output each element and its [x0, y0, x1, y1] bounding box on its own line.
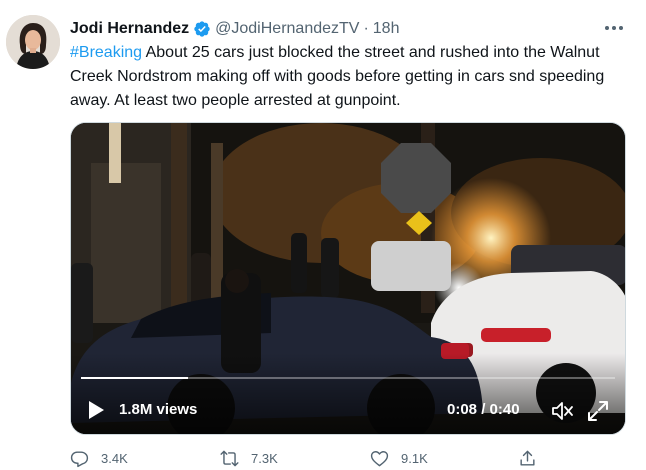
- hashtag-link[interactable]: #Breaking: [70, 44, 142, 61]
- tweet-text: #Breaking About 25 cars just blocked the…: [70, 41, 636, 113]
- separator-dot: ·: [363, 20, 369, 37]
- like-count: 9.1K: [401, 450, 428, 466]
- play-icon: [89, 401, 104, 419]
- share-button[interactable]: [518, 448, 537, 468]
- timestamp[interactable]: 18h: [373, 20, 400, 38]
- video-progress-bar[interactable]: [81, 377, 615, 379]
- more-options-button[interactable]: [602, 20, 626, 36]
- reply-icon: [70, 450, 89, 467]
- tweet[interactable]: Jodi Hernandez @JodiHernandezTV · 18h #B…: [0, 0, 646, 470]
- tweet-header: Jodi Hernandez @JodiHernandezTV · 18h: [70, 18, 399, 40]
- play-button[interactable]: [85, 399, 107, 421]
- fullscreen-icon: [588, 401, 608, 421]
- fullscreen-button[interactable]: [587, 400, 609, 422]
- share-icon: [520, 450, 535, 466]
- reply-button[interactable]: 3.4K: [70, 448, 128, 468]
- muted-icon: [552, 402, 573, 420]
- reply-count: 3.4K: [101, 450, 128, 466]
- tweet-body: About 25 cars just blocked the street an…: [70, 44, 605, 109]
- view-count: 1.8M views: [119, 401, 198, 418]
- video-frame: [71, 123, 625, 434]
- profile-photo: [6, 15, 60, 69]
- more-dots-icon: [605, 26, 623, 30]
- avatar[interactable]: [6, 15, 60, 69]
- like-button[interactable]: 9.1K: [370, 448, 428, 468]
- retweet-count: 7.3K: [251, 450, 278, 466]
- tweet-actions: 3.4K 7.3K 9.1K: [70, 448, 626, 468]
- mute-button[interactable]: [551, 401, 573, 421]
- video-progress-fill: [81, 377, 188, 379]
- user-handle[interactable]: @JodiHernandezTV: [215, 20, 359, 38]
- video-timecode: 0:08 / 0:40: [447, 401, 520, 418]
- video-player[interactable]: 1.8M views 0:08 / 0:40: [70, 122, 626, 435]
- display-name[interactable]: Jodi Hernandez: [70, 20, 189, 38]
- retweet-button[interactable]: 7.3K: [220, 448, 278, 468]
- verified-badge-icon: [194, 21, 210, 37]
- heart-icon: [370, 450, 389, 466]
- retweet-icon: [220, 450, 239, 466]
